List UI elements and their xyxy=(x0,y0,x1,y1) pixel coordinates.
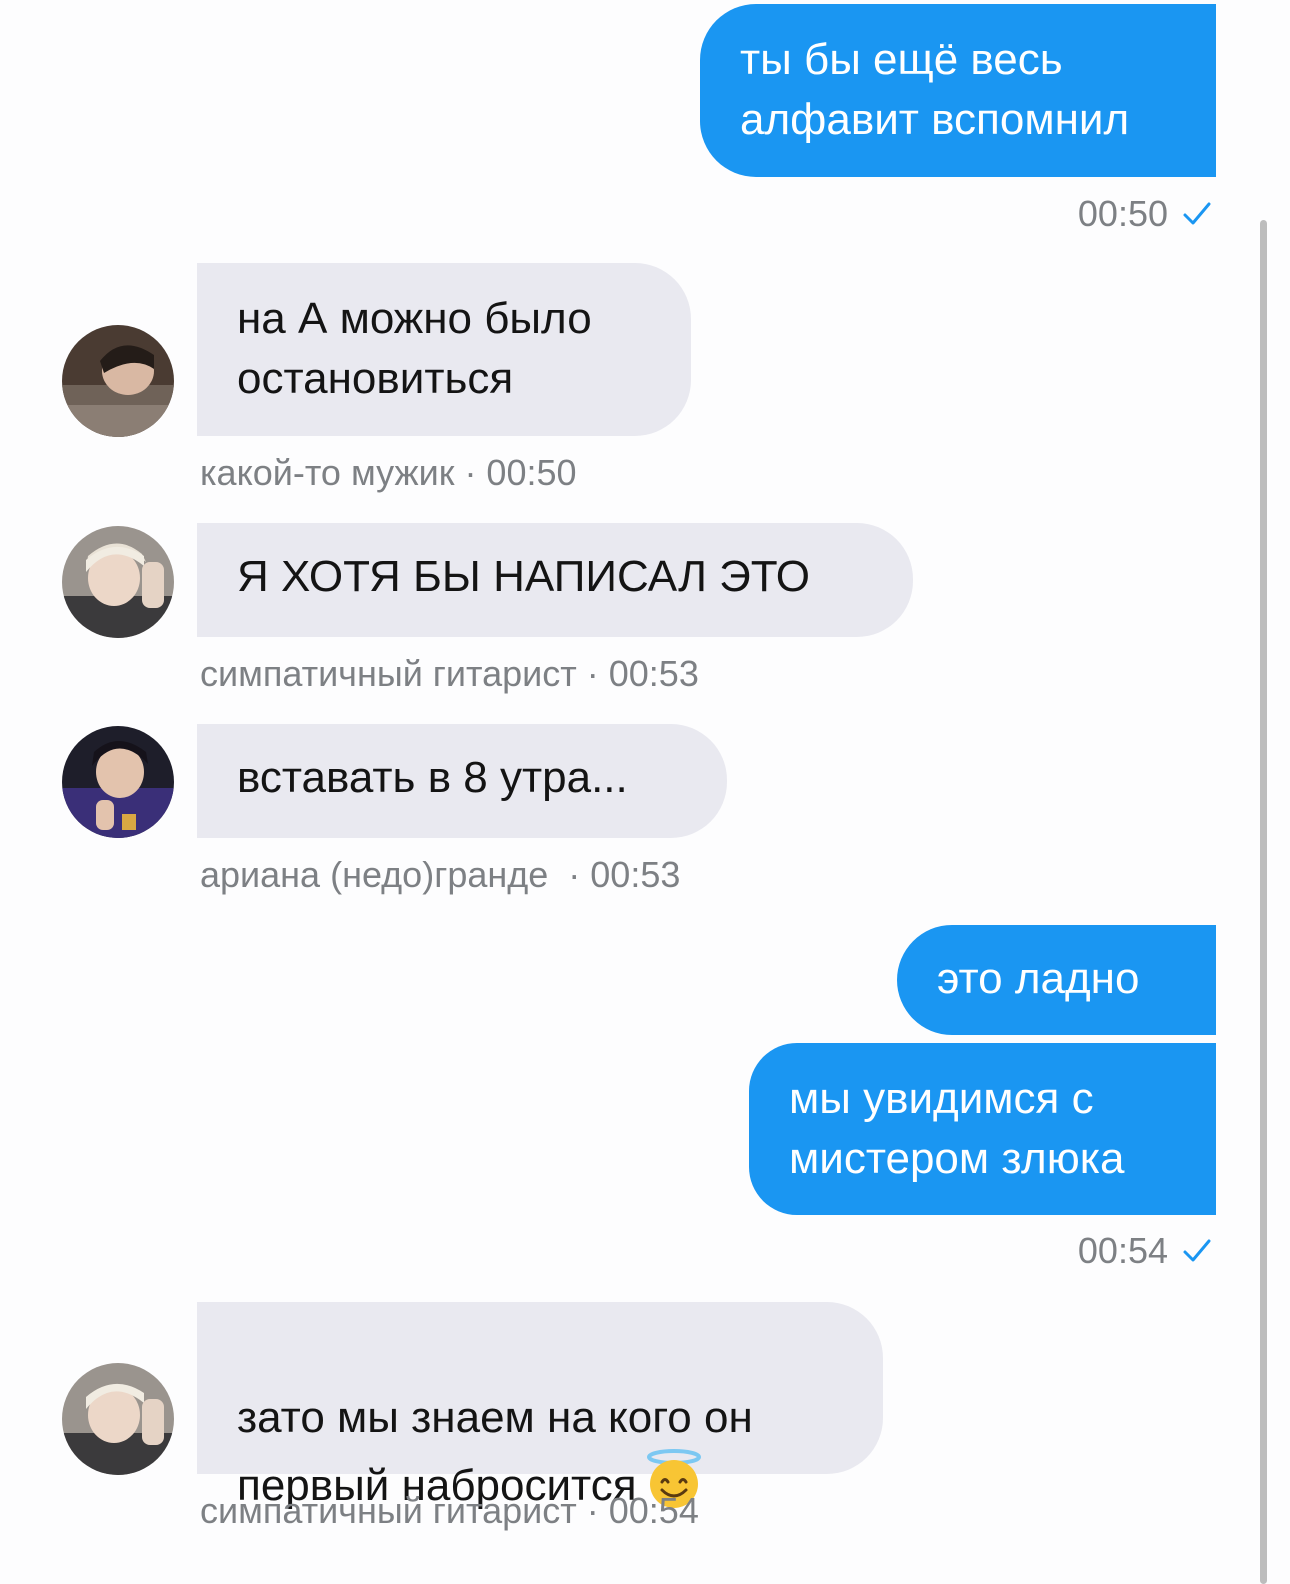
check-icon xyxy=(1183,202,1211,225)
avatar[interactable] xyxy=(62,726,174,838)
message-meta: какой-то мужик · 00:50 xyxy=(200,452,577,493)
incoming-message-bubble[interactable]: вставать в 8 утра... xyxy=(197,724,727,838)
avatar[interactable] xyxy=(62,526,174,638)
avatar[interactable] xyxy=(62,325,174,437)
message-meta: 00:50 xyxy=(1078,194,1212,234)
message-meta: ариана (недо)гранде · 00:53 xyxy=(200,854,681,895)
outgoing-message-bubble[interactable]: ты бы ещё весь алфавит вспомнил xyxy=(700,4,1216,177)
message-time: 00:54 xyxy=(1077,1230,1168,1271)
avatar[interactable] xyxy=(62,1363,174,1475)
outgoing-message-bubble[interactable]: мы увидимся с мистером злюка xyxy=(749,1043,1216,1215)
incoming-message-bubble[interactable]: Я ХОТЯ БЫ НАПИСАЛ ЭТО xyxy=(197,523,913,637)
scrollbar[interactable] xyxy=(1260,220,1267,1584)
message-time: 00:50 xyxy=(1077,193,1168,234)
check-icon xyxy=(1183,1239,1211,1262)
incoming-message-bubble[interactable]: на А можно было остановиться xyxy=(197,263,691,436)
incoming-message-bubble[interactable]: зато мы знаем на кого он первый набросит… xyxy=(197,1302,883,1510)
message-meta: симпатичный гитарист · 00:53 xyxy=(200,653,699,694)
message-meta: 00:54 xyxy=(1078,1231,1212,1271)
message-meta: симпатичный гитарист · 00:54 xyxy=(200,1490,699,1531)
outgoing-message-bubble[interactable]: это ладно xyxy=(897,925,1216,1035)
